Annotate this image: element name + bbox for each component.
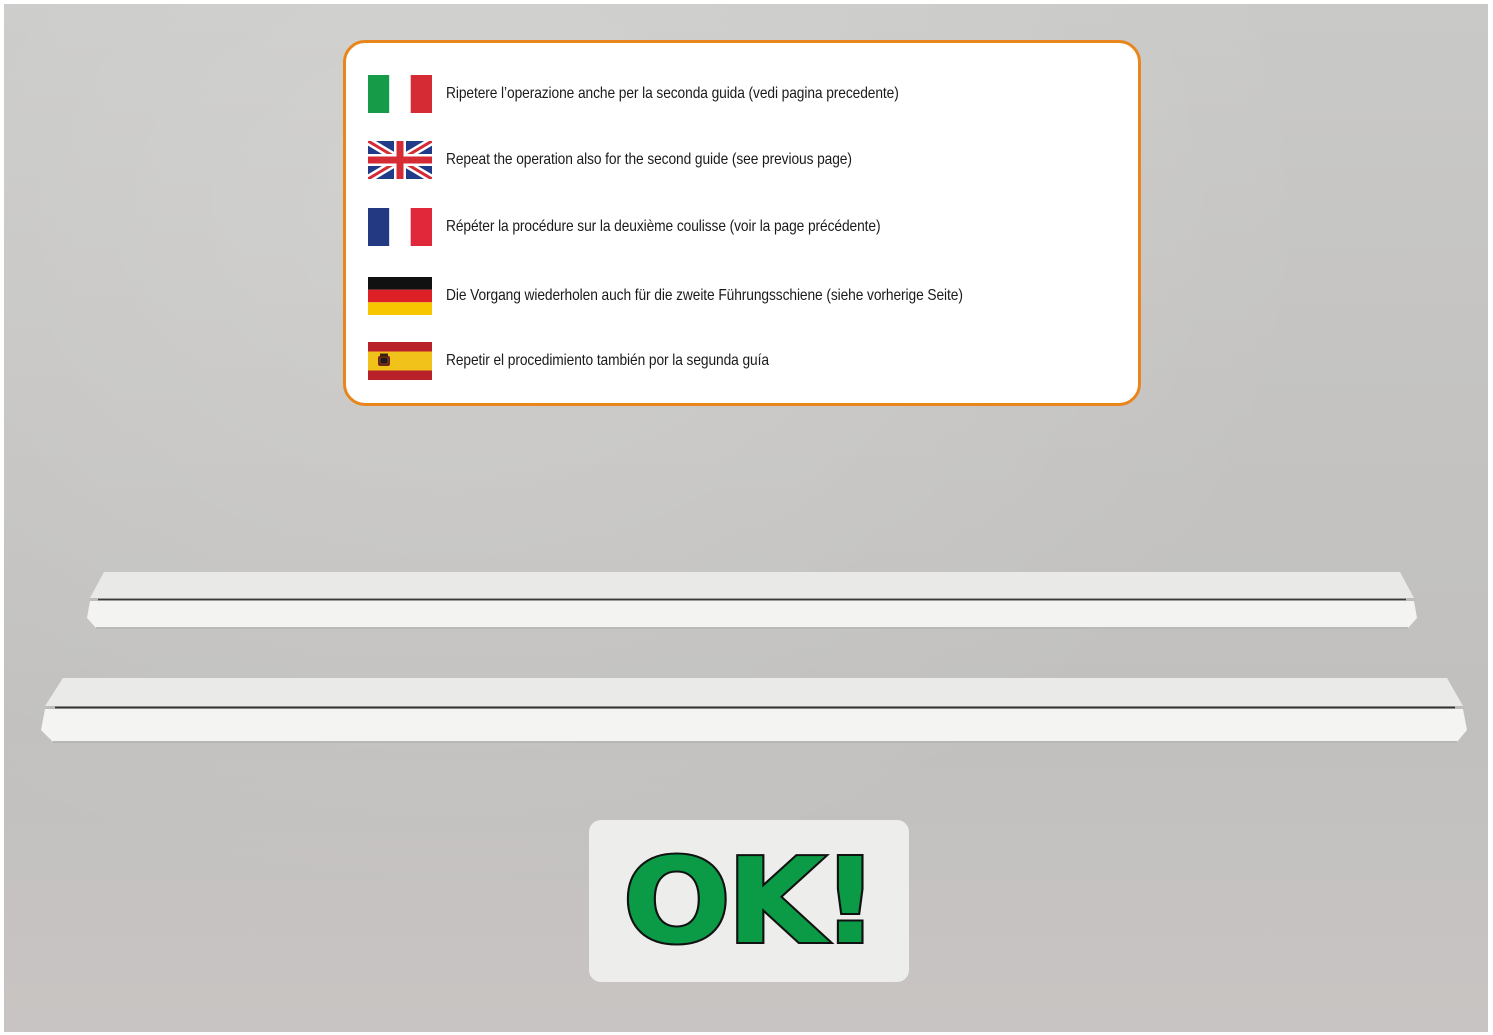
germany-flag-icon	[368, 277, 432, 315]
instruction-text-german: Die Vorgang wiederholen auch für die zwe…	[446, 287, 963, 304]
italy-flag-icon	[368, 75, 432, 113]
instruction-row-german: Die Vorgang wiederholen auch für die zwe…	[368, 277, 1047, 315]
instruction-text-french: Répéter la procédure sur la deuxième cou…	[446, 218, 881, 235]
instruction-text-english: Repeat the operation also for the second…	[446, 151, 852, 168]
upper-guide-rail	[87, 572, 1417, 629]
uk-flag-icon	[368, 141, 432, 179]
ok-status-label: OK!	[621, 832, 882, 970]
ok-status-box: OK!	[589, 820, 909, 982]
spain-flag-icon	[368, 342, 432, 380]
instruction-text-spanish: Repetir el procedimiento también por la …	[446, 352, 769, 369]
france-flag-icon	[368, 208, 432, 246]
instruction-row-french: Répéter la procédure sur la deuxième cou…	[368, 208, 951, 246]
lower-guide-rail	[41, 678, 1467, 743]
instruction-row-english: Repeat the operation also for the second…	[368, 141, 918, 179]
instruction-panel: Ripetere l’operazione anche per la secon…	[343, 40, 1141, 406]
instruction-row-italian: Ripetere l’operazione anche per la secon…	[368, 75, 972, 113]
photo-background: Ripetere l’operazione anche per la secon…	[4, 4, 1488, 1032]
instruction-text-italian: Ripetere l’operazione anche per la secon…	[446, 85, 899, 102]
instruction-row-spanish: Repetir el procedimiento también por la …	[368, 342, 821, 380]
